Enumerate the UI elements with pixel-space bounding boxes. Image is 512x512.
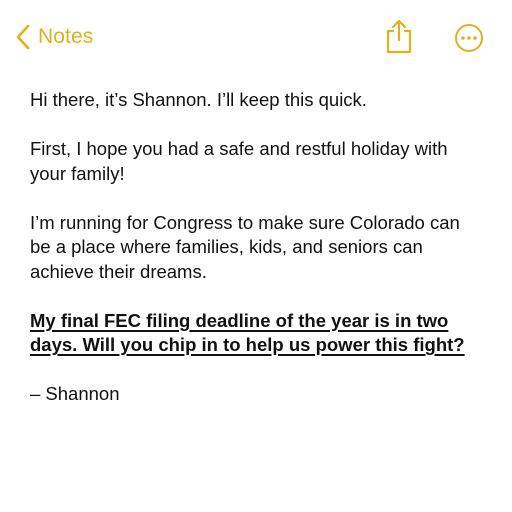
note-greeting: Hi there, it’s Shannon. I’ll keep this q… [30, 89, 367, 110]
note-signature: – Shannon [30, 383, 120, 404]
more-button[interactable] [454, 23, 484, 53]
note-holiday-wish: First, I hope you had a safe and restful… [30, 138, 448, 184]
back-button[interactable]: Notes [16, 20, 93, 54]
note-body[interactable]: Hi there, it’s Shannon. I’ll keep this q… [30, 88, 482, 431]
more-ellipsis-icon [454, 23, 484, 53]
note-donation-ask: My final FEC filing deadline of the year… [30, 309, 465, 356]
note-campaign-statement: I’m running for Congress to make sure Co… [30, 211, 460, 282]
navigation-bar: Notes [0, 0, 512, 72]
chevron-left-icon [16, 24, 30, 50]
back-label: Notes [38, 25, 94, 48]
share-button[interactable] [384, 18, 414, 54]
share-icon [384, 18, 414, 54]
